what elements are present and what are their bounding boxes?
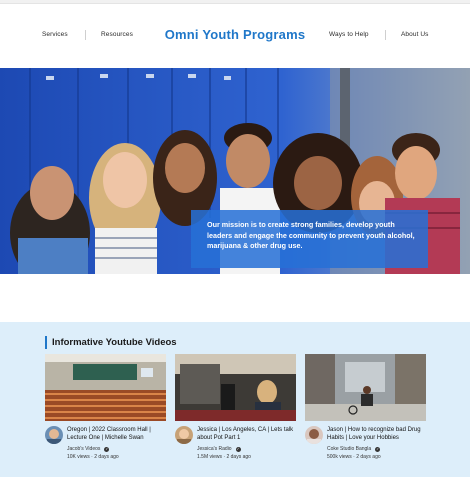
videos-section: Informative Youtube Videos Oregon | 2022… bbox=[0, 322, 470, 477]
site-brand-title[interactable]: Omni Youth Programs bbox=[0, 27, 470, 42]
channel-avatar[interactable] bbox=[45, 426, 63, 444]
video-age: 2 days ago bbox=[356, 454, 381, 460]
channel-name[interactable]: Jacob's Videos bbox=[67, 446, 100, 452]
video-age: 2 days ago bbox=[94, 454, 119, 460]
nav-divider bbox=[385, 30, 386, 40]
video-stats: 1.5M views · 2 days ago bbox=[197, 454, 251, 460]
video-card[interactable]: Oregon | 2022 Classroom Hall | Lecture O… bbox=[45, 354, 166, 468]
verified-check-icon: ✓ bbox=[375, 446, 381, 452]
video-thumbnail[interactable] bbox=[305, 354, 426, 421]
video-views: 10K views bbox=[67, 454, 90, 460]
channel-name-row: Jessica's Radio ✓ bbox=[197, 446, 241, 452]
videos-section-heading: Informative Youtube Videos bbox=[52, 337, 177, 348]
channel-name-row: Coke Studio Bangla ✓ bbox=[327, 446, 381, 452]
video-title[interactable]: Oregon | 2022 Classroom Hall | Lecture O… bbox=[67, 426, 167, 442]
video-views: 1.5M views bbox=[197, 454, 223, 460]
channel-name[interactable]: Jessica's Radio bbox=[197, 446, 232, 452]
video-thumbnail[interactable] bbox=[175, 354, 296, 421]
video-thumbnail[interactable] bbox=[45, 354, 166, 421]
mission-statement-text: Our mission is to create strong families… bbox=[207, 220, 415, 250]
verified-check-icon: ✓ bbox=[235, 446, 241, 452]
nav-link-ways-to-help[interactable]: Ways to Help bbox=[329, 31, 369, 38]
video-age: 2 days ago bbox=[226, 454, 251, 460]
video-title[interactable]: Jason | How to recognize bad Drug Habits… bbox=[327, 426, 427, 442]
channel-name-row: Jacob's Videos ✓ bbox=[67, 446, 110, 452]
channel-name[interactable]: Coke Studio Bangla bbox=[327, 446, 371, 452]
channel-avatar[interactable] bbox=[305, 426, 323, 444]
video-stats: 500k views · 2 days ago bbox=[327, 454, 381, 460]
video-card[interactable]: Jessica | Los Angeles, CA | Lets talk ab… bbox=[175, 354, 296, 468]
video-card[interactable]: Jason | How to recognize bad Drug Habits… bbox=[305, 354, 426, 468]
mission-statement-box: Our mission is to create strong families… bbox=[191, 210, 428, 268]
site-header: Services Resources Omni Youth Programs W… bbox=[0, 4, 470, 68]
section-accent-bar bbox=[45, 336, 47, 349]
channel-avatar[interactable] bbox=[175, 426, 193, 444]
video-stats: 10K views · 2 days ago bbox=[67, 454, 119, 460]
verified-check-icon: ✓ bbox=[104, 446, 110, 452]
video-title[interactable]: Jessica | Los Angeles, CA | Lets talk ab… bbox=[197, 426, 297, 442]
video-views: 500k views bbox=[327, 454, 352, 460]
nav-link-about-us[interactable]: About Us bbox=[401, 31, 429, 38]
